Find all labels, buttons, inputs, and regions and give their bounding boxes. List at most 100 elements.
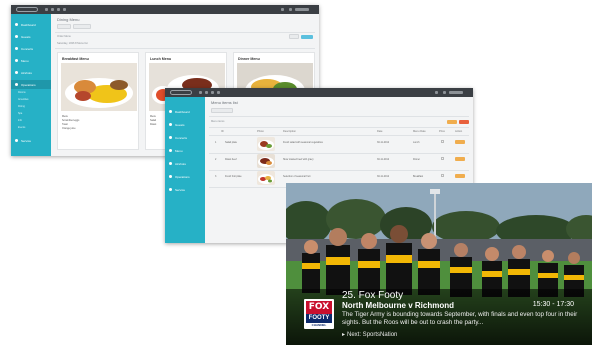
export-button[interactable] bbox=[447, 120, 457, 124]
row-checkbox[interactable] bbox=[441, 157, 444, 160]
program-info-overlay: FOX FOOTY CHANNEL 25. Fox Footy North Me… bbox=[286, 289, 592, 345]
row-menu: Breakfast bbox=[413, 175, 424, 178]
sidebar-subitem[interactable]: Events bbox=[18, 126, 25, 131]
concerts-icon bbox=[169, 136, 172, 139]
back-button[interactable] bbox=[211, 108, 233, 113]
nav-icon[interactable] bbox=[217, 91, 220, 94]
bell-icon[interactable] bbox=[281, 8, 284, 11]
action-button[interactable] bbox=[73, 24, 91, 29]
sidebar-subitem[interactable]: Dining bbox=[18, 105, 25, 110]
sidebar-item-concerts[interactable]: Concerts bbox=[165, 133, 205, 142]
logo-text-bottom: CHANNEL bbox=[311, 323, 327, 327]
tv-screen: FOX FOOTY CHANNEL 25. Fox Footy North Me… bbox=[286, 183, 592, 345]
card-meta-line: Toast bbox=[62, 123, 68, 126]
dashboard-icon bbox=[169, 110, 172, 113]
row-action-button[interactable] bbox=[455, 157, 465, 161]
sidebar-subitem[interactable]: Amenities bbox=[18, 98, 29, 103]
add-button[interactable] bbox=[301, 35, 313, 39]
next-program: ▸ Next: SportsNation bbox=[342, 331, 397, 338]
divider bbox=[209, 135, 469, 136]
nav-icon[interactable] bbox=[205, 91, 208, 94]
column-header[interactable]: Date bbox=[377, 130, 382, 133]
card-meta-line: Salad bbox=[150, 119, 157, 122]
filter-label: Menu items bbox=[211, 120, 225, 123]
row-description: Fresh salad with seasonal vegetables bbox=[283, 141, 323, 144]
menu-icon bbox=[15, 59, 18, 62]
row-checkbox[interactable] bbox=[441, 140, 444, 143]
row-action-button[interactable] bbox=[455, 140, 465, 144]
column-header[interactable]: Photo bbox=[257, 130, 264, 133]
nav-icon[interactable] bbox=[51, 8, 54, 11]
row-id: 1 bbox=[215, 141, 217, 144]
divider bbox=[55, 32, 315, 33]
column-header[interactable]: Action bbox=[455, 130, 462, 133]
nav-icon[interactable] bbox=[57, 8, 60, 11]
sidebar-item-operations[interactable]: Operations bbox=[165, 172, 205, 181]
sidebar-item-menu[interactable]: Menu bbox=[165, 146, 205, 155]
row-menu: Lunch bbox=[413, 141, 420, 144]
sidebar-subitem[interactable]: Info bbox=[18, 119, 22, 124]
sidebar-item-service[interactable]: Service bbox=[11, 136, 51, 145]
logo bbox=[170, 90, 192, 95]
sidebar-item-label: Airshots bbox=[175, 161, 186, 166]
sidebar-item-operations[interactable]: Operations bbox=[11, 80, 51, 89]
sidebar-item-concerts[interactable]: Concerts bbox=[11, 44, 51, 53]
airshots-icon bbox=[169, 162, 172, 165]
logo bbox=[16, 7, 38, 12]
nav-icon[interactable] bbox=[211, 91, 214, 94]
sidebar-item-service[interactable]: Service bbox=[165, 185, 205, 194]
sidebar-subitem[interactable]: Rooms bbox=[18, 91, 26, 96]
program-time: 15:30 - 17:30 bbox=[532, 301, 574, 308]
sidebar-item-label: Guests bbox=[21, 34, 31, 39]
user-icon[interactable] bbox=[289, 8, 292, 11]
row-date: 30-11-2012 bbox=[377, 175, 390, 178]
next-program-label: Next: SportsNation bbox=[347, 332, 398, 338]
column-header[interactable]: Price bbox=[439, 130, 445, 133]
row-date: 30-11-2012 bbox=[377, 158, 390, 161]
column-header[interactable]: Description bbox=[283, 130, 296, 133]
user-menu[interactable] bbox=[449, 91, 463, 94]
concerts-icon bbox=[15, 47, 18, 50]
nav-icon[interactable] bbox=[199, 91, 202, 94]
sidebar-item-airshots[interactable]: Airshots bbox=[165, 159, 205, 168]
row-id: 2 bbox=[215, 158, 217, 161]
row-id: 3 bbox=[215, 175, 217, 178]
nav-icon[interactable] bbox=[45, 8, 48, 11]
sidebar-item-label: Menu bbox=[175, 148, 183, 153]
column-header[interactable]: Menu Date bbox=[413, 130, 426, 133]
nav-icon[interactable] bbox=[63, 8, 66, 11]
sidebar-item-menu[interactable]: Menu bbox=[11, 56, 51, 65]
divider bbox=[55, 48, 315, 49]
operations-icon bbox=[169, 175, 172, 178]
menu-card-breakfast[interactable]: Breakfast Menu Menu Scrambled eggs Toast… bbox=[57, 52, 139, 150]
sidebar: Dashboard Guests Concerts Menu Airshots … bbox=[165, 97, 205, 243]
card-meta-line: Roast bbox=[150, 123, 157, 126]
sidebar-item-dashboard[interactable]: Dashboard bbox=[11, 20, 51, 29]
sidebar-item-guests[interactable]: Guests bbox=[11, 32, 51, 41]
sidebar-item-label: Operations bbox=[175, 174, 190, 179]
user-icon[interactable] bbox=[443, 91, 446, 94]
user-menu[interactable] bbox=[295, 8, 309, 11]
add-item-button[interactable] bbox=[459, 120, 469, 124]
sidebar-item-guests[interactable]: Guests bbox=[165, 120, 205, 129]
sidebar-item-label: Service bbox=[21, 138, 32, 143]
sidebar-item-airshots[interactable]: Airshots bbox=[11, 68, 51, 77]
airshots-icon bbox=[15, 71, 18, 74]
sidebar-item-label: Service bbox=[175, 187, 186, 192]
column-header[interactable]: ID bbox=[221, 130, 224, 133]
row-name: Roast beef bbox=[225, 158, 237, 161]
sidebar-item-label: Dashboard bbox=[175, 109, 190, 114]
row-action-button[interactable] bbox=[455, 174, 465, 178]
toolbar-button[interactable] bbox=[289, 34, 299, 39]
channel-name: 25. Fox Footy bbox=[342, 290, 404, 301]
menu-icon bbox=[169, 149, 172, 152]
back-button[interactable] bbox=[57, 24, 71, 29]
sidebar-item-dashboard[interactable]: Dashboard bbox=[165, 107, 205, 116]
sidebar-item-label: Menu bbox=[21, 58, 29, 63]
card-title: Breakfast Menu bbox=[62, 57, 89, 61]
divider bbox=[209, 127, 469, 128]
card-meta-line: Scrambled eggs bbox=[62, 119, 80, 122]
bell-icon[interactable] bbox=[435, 91, 438, 94]
row-checkbox[interactable] bbox=[441, 174, 444, 177]
sidebar-subitem[interactable]: Spa bbox=[18, 112, 22, 117]
